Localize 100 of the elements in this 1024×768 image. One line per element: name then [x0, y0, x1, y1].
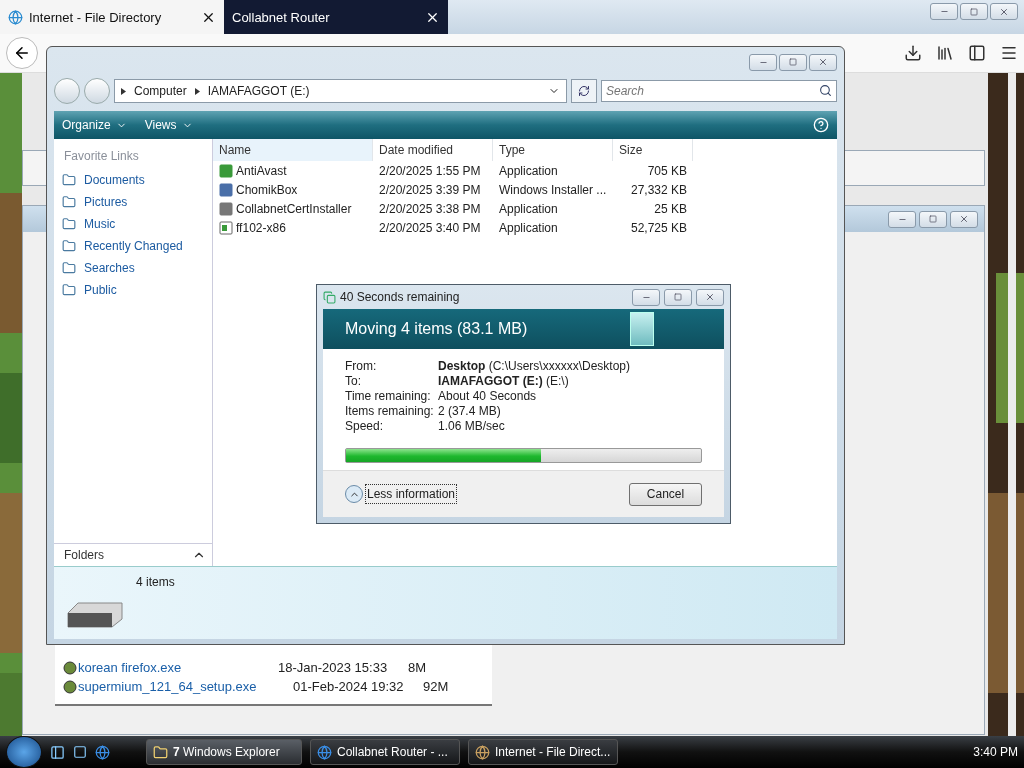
folder-icon [62, 217, 76, 231]
detail-value: About 40 Seconds [438, 389, 537, 404]
folder-icon [62, 239, 76, 253]
minimize-button[interactable] [632, 288, 660, 306]
download-icon[interactable] [904, 44, 922, 62]
file-link[interactable]: korean firefox.exe [78, 660, 278, 675]
help-icon[interactable] [813, 117, 829, 133]
file-icon [219, 182, 233, 197]
nav-link[interactable]: Searches [54, 257, 212, 279]
table-cell-text: 2/20/2025 3:40 PM [378, 220, 482, 235]
search-icon [819, 84, 832, 97]
table-cell-text: Application [498, 220, 559, 235]
minimize-button[interactable] [930, 3, 958, 20]
back-button[interactable] [6, 37, 38, 69]
toolbar-button[interactable]: Views [144, 118, 193, 132]
minimize-button[interactable] [749, 53, 777, 71]
nav-link[interactable]: Recently Changed [54, 235, 212, 257]
start-button[interactable] [6, 736, 42, 768]
refresh-icon [578, 85, 590, 97]
close-icon [705, 292, 715, 302]
taskbar-button[interactable]: Collabnet Router - ... [310, 739, 460, 765]
toolbar-button[interactable]: Organize [62, 118, 127, 132]
browser-tab[interactable]: Collabnet Router [224, 0, 448, 34]
file-name[interactable]: CollabnetCertInstaller [213, 201, 373, 216]
detail-value: 2 (37.4 MB) [438, 404, 501, 419]
close-button[interactable] [809, 53, 837, 71]
file-date: 01-Feb-2024 19:32 [293, 679, 405, 694]
detail-value: 1.06 MB/sec [438, 419, 505, 434]
folder-icon [62, 261, 76, 275]
menu-icon[interactable] [1000, 44, 1018, 62]
minimize-button[interactable] [888, 210, 916, 228]
nav-link[interactable]: Public [54, 279, 212, 301]
folder-icon [62, 283, 76, 297]
search-field[interactable]: Search [601, 80, 837, 102]
library-icon[interactable] [936, 44, 954, 62]
maximize-icon [674, 293, 682, 301]
maximize-icon [929, 215, 937, 223]
table-cell-text: 2/20/2025 1:55 PM [378, 163, 482, 178]
chevron-right-icon [121, 87, 126, 95]
file-name[interactable]: ff102-x86 [213, 220, 373, 235]
file-date: 18-Jan-2023 15:33 [278, 660, 389, 675]
dialog-title: 40 Seconds remaining [340, 290, 461, 304]
file-size: 8M [408, 660, 427, 675]
file-size: 92M [423, 679, 449, 694]
table-cell-text: 705 KB [646, 163, 688, 178]
address-bar[interactable]: Computer IAMAFAGGOT (E:) [114, 79, 567, 103]
detail-label: Items remaining: [345, 404, 435, 419]
table-cell-text: 27,332 KB [629, 182, 688, 197]
taskbar-button[interactable]: 7 Windows Explorer [146, 739, 302, 765]
maximize-icon [789, 58, 797, 66]
section-title: Favorite Links [63, 148, 140, 165]
file-icon [219, 220, 233, 235]
detail-label: From: [345, 359, 378, 374]
file-name[interactable]: ChomikBox [213, 182, 373, 197]
dialog-heading: Moving 4 items (83.1 MB) [345, 320, 529, 338]
maximize-button[interactable] [779, 53, 807, 71]
maximize-icon [970, 7, 978, 16]
close-icon [999, 6, 1009, 17]
chevron-up-icon [345, 485, 363, 503]
item-count: 4 items [136, 575, 175, 589]
close-button[interactable] [990, 3, 1018, 20]
nav-link[interactable]: Music [54, 213, 212, 235]
detail-value: IAMAFAGGOT (E:) (E:\) [438, 374, 569, 389]
desktop-icon[interactable] [50, 744, 65, 760]
column-header[interactable]: Name [213, 139, 373, 161]
maximize-button[interactable] [664, 288, 692, 306]
file-name[interactable]: AntiAvast [213, 163, 373, 178]
taskbar-button[interactable]: Internet - File Direct... [468, 739, 618, 765]
table-cell-text: 52,725 KB [629, 220, 688, 235]
browser-tab[interactable]: Internet - File Directory [0, 0, 224, 34]
refresh-button[interactable] [571, 79, 597, 103]
chevron-right-icon [194, 87, 200, 95]
clock: 3:40 PM [973, 745, 1018, 759]
detail-label: Speed: [345, 419, 385, 434]
close-icon [818, 57, 828, 67]
window-icon[interactable] [73, 745, 87, 759]
table-cell-text: Windows Installer ... [498, 182, 608, 197]
copy-icon [323, 290, 336, 304]
maximize-button[interactable] [960, 3, 988, 20]
cancel-button[interactable]: Cancel [629, 482, 702, 506]
back-icon [13, 44, 31, 62]
table-cell-text: 2/20/2025 3:39 PM [378, 182, 482, 197]
detail-label: Time remaining: [345, 389, 432, 404]
table-cell-text: 2/20/2025 3:38 PM [378, 201, 482, 216]
close-button[interactable] [696, 288, 724, 306]
close-icon [959, 214, 969, 224]
maximize-button[interactable] [919, 210, 947, 228]
nav-link[interactable]: Pictures [54, 191, 212, 213]
folder-icon [62, 195, 76, 209]
sidebar-icon[interactable] [968, 44, 986, 62]
file-icon [219, 201, 233, 216]
table-cell-text: Application [498, 201, 559, 216]
close-button[interactable] [950, 210, 978, 228]
table-cell-text: Application [498, 163, 559, 178]
file-link[interactable]: supermium_121_64_setup.exe [78, 679, 293, 694]
detail-value: Desktop (C:\Users\xxxxxx\Desktop) [438, 359, 631, 374]
forward-button[interactable] [84, 78, 110, 104]
folder-icon [153, 744, 168, 760]
nav-link[interactable]: Documents [54, 169, 212, 191]
folder-icon [62, 173, 76, 187]
